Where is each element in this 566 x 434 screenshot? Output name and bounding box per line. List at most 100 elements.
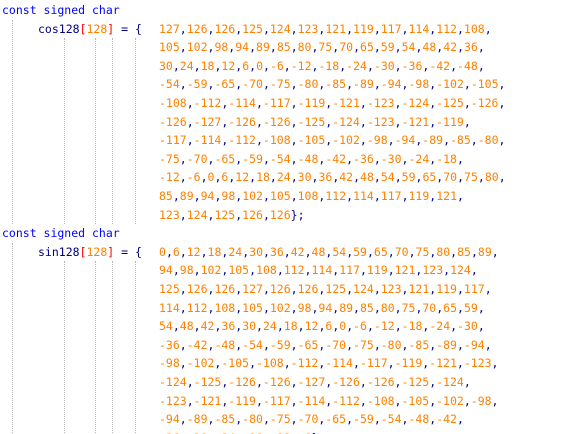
- array-value: 126: [186, 282, 208, 296]
- comma: ,: [290, 151, 298, 166]
- comma: ,: [256, 319, 263, 334]
- comma: ,: [290, 40, 298, 55]
- comma: ,: [366, 244, 374, 259]
- array-value: -85: [214, 412, 236, 427]
- indent-guide: [95, 38, 96, 225]
- array-value: 24: [276, 170, 291, 185]
- comma: ,: [255, 96, 263, 110]
- comma: ,: [249, 263, 257, 278]
- array-value: -54: [159, 77, 180, 92]
- array-value: -24: [429, 319, 451, 334]
- array-value: 12: [235, 170, 250, 185]
- array-value: 123: [422, 263, 444, 278]
- array-value: 114: [408, 21, 430, 36]
- comma: ,: [352, 356, 360, 371]
- array-value: -85: [408, 337, 430, 352]
- indent-guide: [135, 261, 136, 434]
- array-value: -105: [401, 393, 430, 408]
- comma: ,: [491, 356, 499, 371]
- array-value: -24: [408, 151, 430, 166]
- comma: ,: [290, 189, 298, 203]
- close-brace-semicolon: };: [290, 207, 305, 222]
- comma: ,: [269, 40, 277, 55]
- array-value: 42: [290, 244, 305, 259]
- array-value: -123: [159, 393, 187, 408]
- array-definition-line: sin128[128] = {: [38, 243, 142, 262]
- array-value: 112: [186, 300, 208, 315]
- array-value: -117: [359, 356, 388, 371]
- array-value: 123: [297, 21, 319, 36]
- indent-guide: [135, 38, 136, 225]
- array-value: 48: [422, 40, 437, 55]
- comma: ,: [491, 244, 499, 259]
- array-value: -70: [297, 412, 319, 427]
- array-name: cos128: [38, 21, 80, 36]
- comma: ,: [463, 77, 471, 92]
- array-value: 121: [436, 189, 457, 203]
- comma: ,: [470, 263, 478, 278]
- comma: ,: [373, 300, 381, 315]
- comma: ,: [353, 170, 361, 185]
- values-line: 85,89,94,98,102,105,108,112,114,117,119,…: [159, 187, 464, 206]
- array-value: -119: [394, 356, 423, 371]
- comma: ,: [477, 319, 485, 334]
- comma: ,: [359, 114, 367, 129]
- comma: ,: [186, 114, 194, 129]
- comma: ,: [394, 170, 402, 185]
- array-value: 30: [159, 58, 173, 73]
- array-value: -12: [159, 170, 180, 185]
- array-value: 54: [332, 244, 347, 259]
- comma: ,: [457, 300, 464, 315]
- comma: ,: [484, 21, 492, 36]
- array-value: -75: [269, 412, 291, 427]
- array-value: -105: [297, 133, 326, 148]
- comma: ,: [408, 244, 416, 259]
- comma: ,: [262, 337, 270, 352]
- code-editor[interactable]: const signed char cos128[128] = {127,126,…: [0, 0, 566, 434]
- array-value: -124: [401, 96, 430, 110]
- array-value: -98: [366, 133, 388, 148]
- comma: ,: [262, 300, 270, 315]
- array-value: 42: [443, 40, 458, 55]
- array-value: 36: [464, 40, 478, 55]
- comma: ,: [304, 244, 312, 259]
- array-value: 112: [325, 189, 347, 203]
- comma: ,: [179, 282, 187, 296]
- declaration-line: const signed char: [2, 1, 120, 20]
- array-value: -114: [228, 96, 256, 110]
- array-value: -59: [242, 151, 263, 166]
- array-value: 112: [283, 263, 305, 278]
- comma: ,: [498, 77, 506, 92]
- array-value: 80: [297, 40, 312, 55]
- array-value: 59: [401, 170, 416, 185]
- values-line: -108,-112,-114,-117,-119,-121,-123,-124,…: [159, 94, 505, 113]
- values-line: -94,-89,-85,-80,-75,-70,-65,-59,-54,-48,…: [159, 410, 464, 429]
- array-value: 102: [269, 300, 291, 315]
- array-value: 127: [242, 282, 263, 296]
- array-value: 59: [463, 300, 478, 315]
- comma: ,: [387, 244, 395, 259]
- values-line: 94,98,102,105,108,112,114,117,119,121,12…: [159, 261, 478, 280]
- comma: ,: [255, 114, 263, 129]
- comma: ,: [186, 393, 194, 408]
- comma: ,: [179, 337, 187, 352]
- array-value: -124: [332, 114, 360, 129]
- array-value: -94: [463, 337, 485, 352]
- comma: ,: [255, 375, 263, 389]
- comma: ,: [477, 58, 485, 73]
- array-value: 108: [256, 263, 277, 278]
- indent-guide: [12, 242, 13, 434]
- array-value: 98: [297, 300, 312, 315]
- comma: ,: [172, 319, 180, 334]
- array-value: 119: [408, 189, 430, 203]
- array-value: -125: [193, 375, 222, 389]
- array-value: -30: [373, 58, 395, 73]
- array-value: 94: [159, 263, 173, 278]
- array-value: -112: [193, 96, 222, 110]
- comma: ,: [470, 244, 478, 259]
- array-value: 65: [360, 40, 374, 55]
- array-value: 42: [339, 170, 354, 185]
- comma: ,: [179, 40, 187, 55]
- comma: ,: [443, 133, 450, 148]
- comma: ,: [290, 412, 298, 427]
